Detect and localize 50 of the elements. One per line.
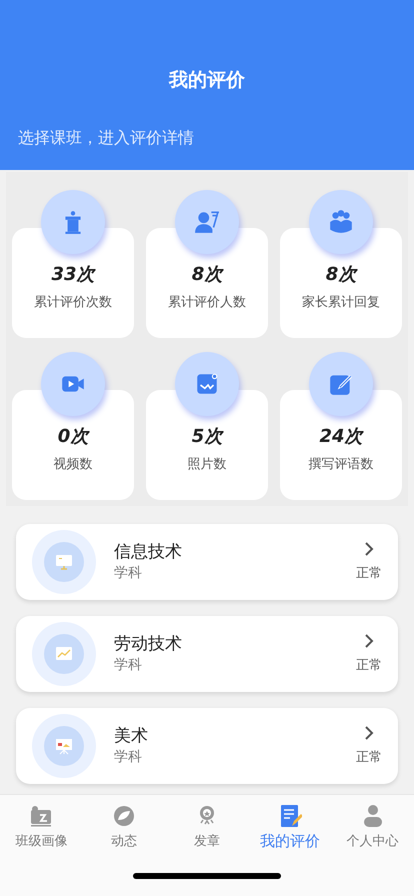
stat-label: 照片数 [186,456,228,474]
stat-card[interactable]: 24次 撰写评语数 [280,352,402,500]
chevron-icon [364,542,374,556]
chevron-icon [364,634,374,648]
subject-name: 劳动技术 [114,633,183,655]
group-icon [328,209,354,235]
icon-background [175,190,239,254]
subject-type: 学科 [114,748,143,767]
subject-status: 正常 [356,657,382,674]
stat-value: 5次 [190,426,224,448]
portrait-icon [29,804,54,828]
icon-background [41,352,105,416]
stat-value: 8次 [324,264,358,286]
stat-value: 33次 [50,264,96,286]
stat-value: 24次 [318,426,364,448]
subject-type: 学科 [114,656,143,675]
subject-status: 正常 [356,565,382,582]
stat-card[interactable]: 5次 照片数 [146,352,268,500]
subject-card[interactable]: 劳动技术 学科 正常 [16,616,398,692]
leaf-icon [112,804,136,828]
subject-card[interactable]: 美术 学科 正常 [16,708,398,784]
icon-background [309,190,373,254]
stat-card[interactable]: 33次 累计评价次数 [12,190,134,338]
subject-name: 美术 [114,725,149,747]
stat-card[interactable]: 8次 家长累计回复 [280,190,402,338]
stat-label: 撰写评语数 [308,456,374,474]
tab[interactable]: 动态 [83,804,166,851]
stat-label: 累计评价次数 [33,294,113,312]
chevron-icon [364,726,374,740]
tab[interactable]: 发章 [166,804,248,851]
stat-label: 视频数 [52,456,94,474]
icon-background [175,352,239,416]
subject-card[interactable]: 信息技术 学科 正常 [16,524,398,600]
page-title: 我的评价 [168,68,246,93]
tab[interactable]: 班级画像 [0,804,82,851]
stat-card[interactable]: 8次 累计评价人数 [146,190,268,338]
subject-name: 信息技术 [114,541,183,563]
stat-label: 家长累计回复 [301,294,381,312]
tab[interactable]: 个人中心 [332,804,414,851]
person-writing-icon [194,209,220,235]
stat-label: 累计评价人数 [167,294,247,312]
tab[interactable]: 我的评价 [248,804,331,851]
icon-background [41,190,105,254]
subject-status: 正常 [356,749,382,766]
stat-value: 8次 [190,264,224,286]
stat-value: 0次 [56,426,90,448]
subject-type: 学科 [114,564,143,583]
icon-background [309,352,373,416]
page-subtitle: 选择课班，进入评价详情 [17,127,195,149]
stat-card[interactable]: 0次 视频数 [12,352,134,500]
